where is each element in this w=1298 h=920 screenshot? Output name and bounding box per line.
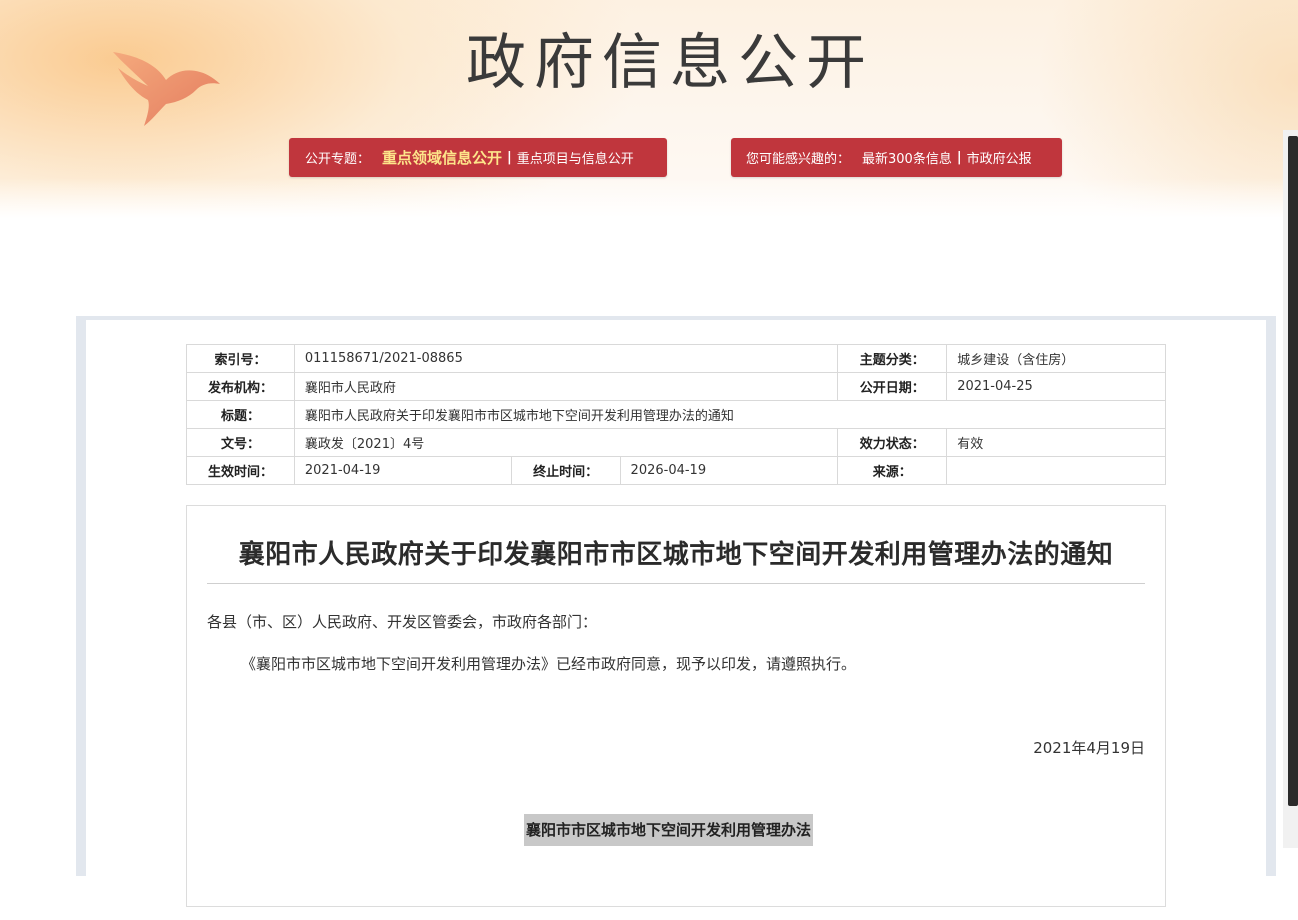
topics-label: 公开专题：: [305, 152, 371, 167]
title-divider: [207, 583, 1145, 584]
site-title: 政府信息公开: [466, 28, 874, 98]
meta-row: 文号： 襄政发〔2021〕4号 效力状态： 有效: [186, 428, 1166, 457]
source-value: [946, 456, 1166, 485]
docno-value: 襄政发〔2021〕4号: [293, 428, 839, 457]
title-label: 标题：: [186, 400, 295, 429]
meta-row: 生效时间： 2021-04-19 终止时间： 2026-04-19 来源：: [186, 456, 1166, 485]
article-paragraph: 《襄阳市市区城市地下空间开发利用管理办法》已经市政府同意，现予以印发，请遵照执行…: [241, 655, 857, 673]
key-projects-link[interactable]: 重点项目与信息公开: [517, 148, 634, 167]
effective-label: 生效时间：: [186, 456, 295, 485]
article-body: 襄阳市人民政府关于印发襄阳市市区城市地下空间开发利用管理办法的通知 各县（市、区…: [186, 505, 1166, 907]
interests-label: 您可能感兴趣的：: [746, 152, 851, 167]
end-value: 2026-04-19: [619, 456, 839, 485]
topics-separator: |: [507, 150, 512, 165]
interests-separator: |: [956, 150, 962, 165]
interests-bar: 您可能感兴趣的： 最新300条信息 | 市政府公报: [731, 138, 1062, 177]
effective-value: 2021-04-19: [293, 456, 512, 485]
latest-300-link[interactable]: 最新300条信息: [862, 148, 952, 167]
pubdate-value: 2021-04-25: [946, 372, 1166, 401]
topics-bar: 公开专题： 重点领域信息公开 | 重点项目与信息公开: [289, 138, 667, 177]
index-label: 索引号：: [186, 344, 295, 373]
org-value: 襄阳市人民政府: [293, 372, 839, 401]
status-label: 效力状态：: [837, 428, 948, 457]
index-value: 011158671/2021-08865: [293, 344, 839, 373]
gov-gazette-link[interactable]: 市政府公报: [967, 148, 1032, 167]
scrollbar-thumb[interactable]: [1288, 136, 1298, 806]
article-date: 2021年4月19日: [1033, 739, 1145, 757]
status-value: 有效: [946, 428, 1166, 457]
header-banner: 政府信息公开 公开专题： 重点领域信息公开 | 重点项目与信息公开 您可能感兴趣…: [0, 0, 1298, 218]
article-salutation: 各县（市、区）人民政府、开发区管委会，市政府各部门：: [207, 613, 598, 631]
key-areas-link[interactable]: 重点领域信息公开: [382, 147, 502, 168]
end-label: 终止时间：: [510, 456, 621, 485]
meta-row: 发布机构： 襄阳市人民政府 公开日期： 2021-04-25: [186, 372, 1166, 401]
title-value: 襄阳市人民政府关于印发襄阳市市区城市地下空间开发利用管理办法的通知: [293, 400, 1167, 429]
topic-value: 城乡建设（含住房）: [946, 344, 1166, 373]
meta-row: 索引号： 011158671/2021-08865 主题分类： 城乡建设（含住房…: [186, 344, 1166, 373]
document-meta-table: 索引号： 011158671/2021-08865 主题分类： 城乡建设（含住房…: [186, 344, 1167, 485]
org-label: 发布机构：: [186, 372, 295, 401]
source-label: 来源：: [837, 456, 948, 485]
pubdate-label: 公开日期：: [837, 372, 948, 401]
docno-label: 文号：: [186, 428, 295, 457]
meta-row: 标题： 襄阳市人民政府关于印发襄阳市市区城市地下空间开发利用管理办法的通知: [186, 400, 1167, 429]
topic-label: 主题分类：: [837, 344, 948, 373]
attachment-title: 襄阳市市区城市地下空间开发利用管理办法: [524, 814, 814, 846]
article-title: 襄阳市人民政府关于印发襄阳市市区城市地下空间开发利用管理办法的通知: [238, 540, 1114, 570]
